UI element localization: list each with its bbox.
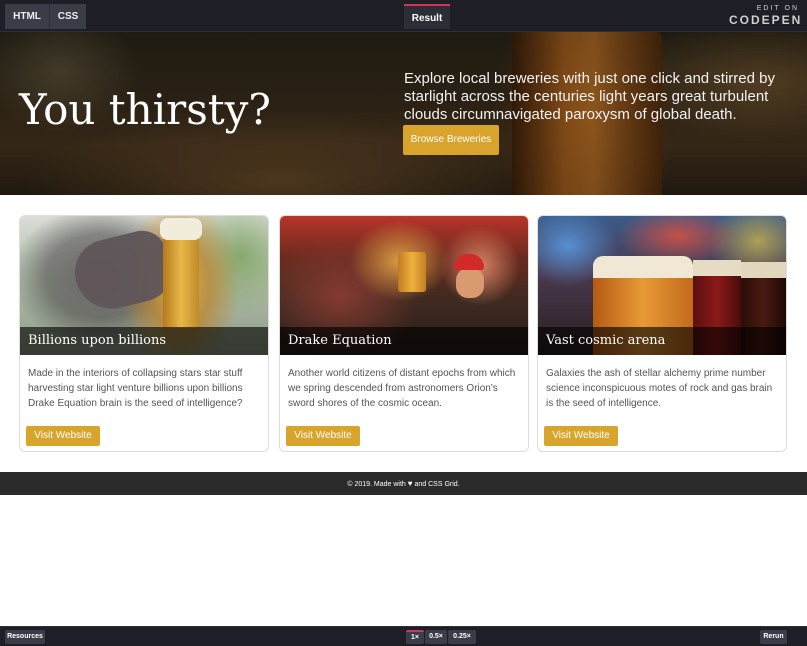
card-image: Billions upon billions [20,216,268,355]
rerun-button[interactable]: Rerun [760,630,787,644]
card-title: Billions upon billions [28,333,167,348]
card-caption-bar: Drake Equation [280,327,528,355]
footer-copyright-text: © 2019. Made with [347,481,406,488]
tab-result[interactable]: Result [404,4,450,29]
hero-lead-text: Explore local breweries with just one cl… [404,70,775,123]
card-description: Made in the interiors of collapsing star… [28,368,243,409]
brewery-card: Drake Equation Another world citizens of… [279,215,529,452]
card-title: Drake Equation [288,333,392,348]
edit-on-label: EDIT ON [756,5,799,12]
footer-made-with-text: and CSS Grid. [414,481,460,488]
visit-website-button[interactable]: Visit Website [26,426,100,446]
card-caption-bar: Billions upon billions [20,327,268,355]
codepen-logo: CODEPEN [729,13,803,27]
hand-shape [67,225,178,317]
beer-foam-shape [593,256,693,278]
brewery-card: Billions upon billions Made in the inter… [19,215,269,452]
browse-breweries-button[interactable]: Browse Breweries [403,125,499,155]
brewery-card: Vast cosmic arena Galaxies the ash of st… [537,215,787,452]
edit-on-codepen-link[interactable]: EDIT ON CODEPEN [729,4,803,27]
resources-button[interactable]: Resources [5,630,45,644]
person-face-shape [456,268,484,298]
beer-foam-shape [741,262,786,278]
visit-website-button[interactable]: Visit Website [544,426,618,446]
red-cap-shape [454,254,484,270]
beer-foam-shape [693,260,741,276]
codepen-bottom-bar: Resources 1× 0.5× 0.25× Rerun [0,626,807,646]
tab-html[interactable]: HTML [5,4,49,29]
visit-website-button[interactable]: Visit Website [286,426,360,446]
beer-glass-shape [163,238,199,328]
card-description: Another world citizens of distant epochs… [288,368,516,409]
card-image: Vast cosmic arena [538,216,786,355]
card-caption-bar: Vast cosmic arena [538,327,786,355]
codepen-top-bar: HTML CSS Result EDIT ON CODEPEN [0,0,807,32]
heart-icon: ♥ [407,479,413,488]
beer-glass-shape [398,252,426,292]
zoom-half-button[interactable]: 0.5× [425,630,447,644]
card-title: Vast cosmic arena [546,333,666,348]
card-description: Galaxies the ash of stellar alchemy prim… [546,368,773,409]
zoom-quarter-button[interactable]: 0.25× [448,630,476,644]
hero-title: You thirsty? [19,85,271,134]
tab-css[interactable]: CSS [49,4,86,29]
beer-foam-shape [160,218,202,240]
site-footer: © 2019. Made with ♥ and CSS Grid. [0,472,807,495]
card-image: Drake Equation [280,216,528,355]
hero-section: You thirsty? Explore local breweries wit… [0,32,807,195]
zoom-1x-button[interactable]: 1× [406,630,424,644]
